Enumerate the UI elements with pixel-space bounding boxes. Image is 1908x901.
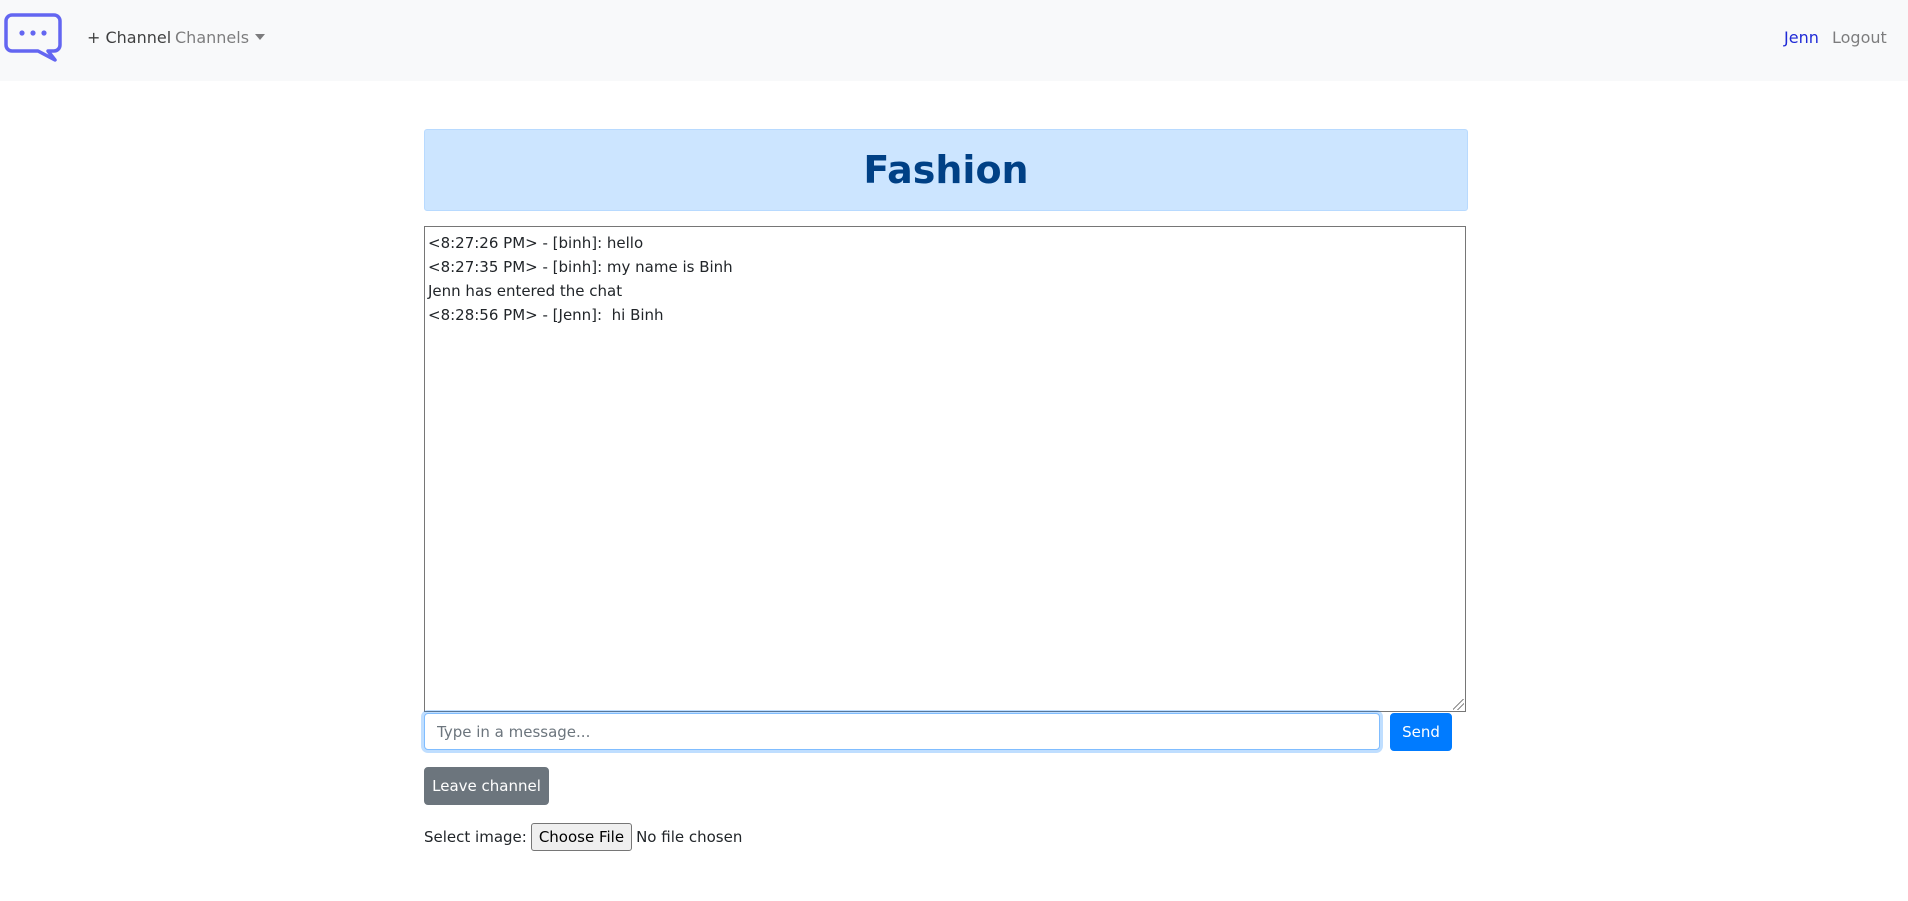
- chat-message: <8:27:26 PM> - [binh]: hello: [428, 234, 644, 252]
- channels-dropdown[interactable]: Channels: [175, 27, 266, 49]
- chat-message: Jenn has entered the chat: [428, 282, 623, 300]
- chat-bubble-icon[interactable]: [4, 12, 62, 62]
- message-input[interactable]: [424, 713, 1380, 750]
- top-navbar: + Channel Channels Jenn Logout: [0, 0, 1908, 81]
- select-image-label: Select image:: [424, 828, 527, 846]
- user-link[interactable]: Jenn: [1784, 27, 1819, 49]
- chat-log[interactable]: <8:27:26 PM> - [binh]: hello <8:27:35 PM>…: [424, 226, 1466, 712]
- image-upload-row: Select image: Choose File No file chosen: [424, 823, 742, 851]
- chat-message: <8:27:35 PM> - [binh]: my name is Binh: [428, 258, 733, 276]
- file-status: No file chosen: [636, 828, 743, 846]
- leave-channel-button[interactable]: Leave channel: [424, 767, 549, 805]
- choose-file-button[interactable]: Choose File: [530, 823, 633, 851]
- chat-lines: <8:27:26 PM> - [binh]: hello <8:27:35 PM>…: [425, 227, 1465, 327]
- logout-link[interactable]: Logout: [1832, 27, 1887, 49]
- send-button[interactable]: Send: [1390, 713, 1452, 751]
- channels-dropdown-label: Channels: [175, 28, 250, 47]
- channel-header: Fashion: [424, 129, 1468, 211]
- channel-title: Fashion: [863, 148, 1029, 192]
- chat-message: <8:28:56 PM> - [Jenn]: hi Binh: [428, 306, 664, 324]
- add-channel-link[interactable]: + Channel: [87, 27, 171, 49]
- caret-down-icon: [255, 34, 266, 40]
- resize-handle-icon[interactable]: [1453, 699, 1464, 710]
